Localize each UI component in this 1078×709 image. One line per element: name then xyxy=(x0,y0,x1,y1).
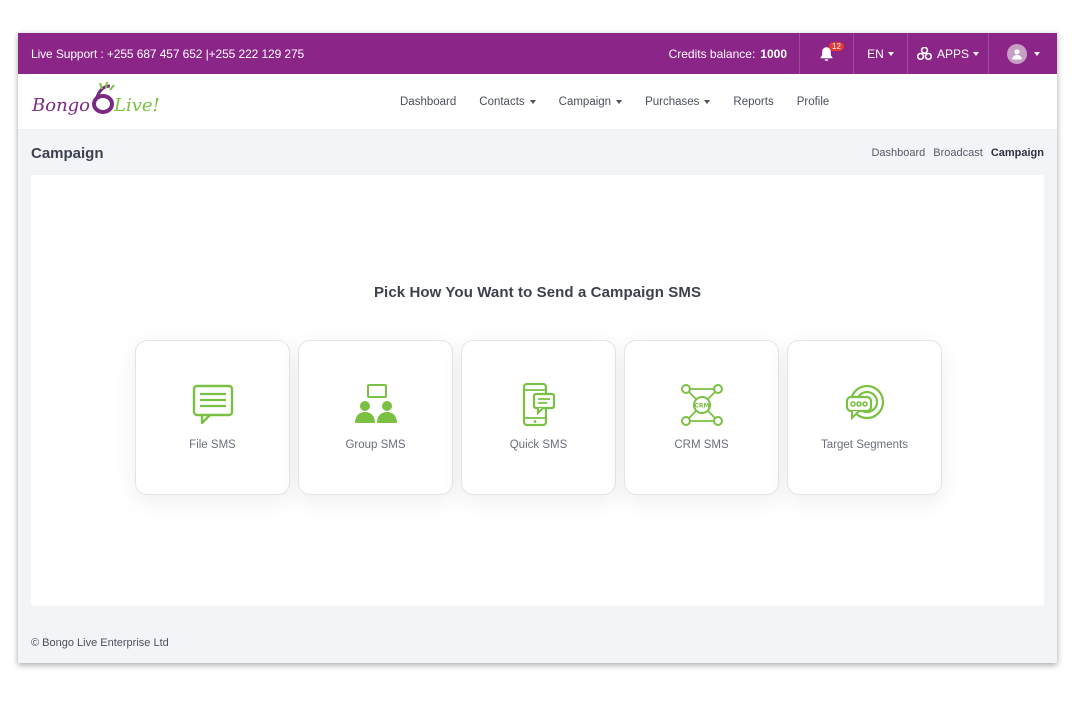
option-label: Quick SMS xyxy=(509,439,568,451)
credits-value: 1000 xyxy=(760,46,787,61)
nav-label: Purchases xyxy=(645,96,700,108)
apps-icon xyxy=(916,47,932,60)
option-group-sms[interactable]: Group SMS xyxy=(298,340,453,495)
language-dropdown[interactable]: EN xyxy=(854,33,908,74)
option-file-sms[interactable]: File SMS xyxy=(135,340,290,495)
option-label: CRM SMS xyxy=(674,439,729,451)
page-header: Campaign Dashboard Broadcast Campaign xyxy=(18,130,1057,176)
footer-copyright: © Bongo Live Enterprise Ltd xyxy=(31,637,169,649)
nav-profile[interactable]: Profile xyxy=(797,96,830,108)
chevron-down-icon xyxy=(973,51,979,56)
group-users-icon xyxy=(354,384,397,423)
nav-reports[interactable]: Reports xyxy=(733,96,773,108)
user-icon xyxy=(1011,48,1022,59)
chevron-down-icon xyxy=(616,100,623,104)
app-window: Live Support : +255 687 457 652 |+255 22… xyxy=(18,33,1057,663)
credits-label: Credits balance: xyxy=(668,46,756,61)
nav-label: Contacts xyxy=(479,96,525,108)
breadcrumb-broadcast[interactable]: Broadcast xyxy=(933,147,983,159)
nav-purchases[interactable]: Purchases xyxy=(645,96,711,108)
chat-lines-icon xyxy=(192,384,233,425)
avatar xyxy=(1006,43,1027,64)
chevron-down-icon xyxy=(1033,51,1040,56)
chevron-down-icon xyxy=(887,51,894,56)
user-menu[interactable] xyxy=(989,33,1057,74)
apps-label: APPS xyxy=(936,46,969,61)
bongo-live-logo[interactable]: Bongo Live! xyxy=(30,80,165,122)
crm-network-icon: CRM xyxy=(680,384,723,426)
option-label: Group SMS xyxy=(345,439,406,451)
credits-balance: Credits balance: 1000 xyxy=(669,33,800,74)
nav-contacts[interactable]: Contacts xyxy=(479,96,536,108)
live-support-text: Live Support : +255 687 457 652 |+255 22… xyxy=(31,46,305,61)
main-navbar: Bongo Live! Dashboard Contacts Campaign … xyxy=(18,74,1057,130)
language-label: EN xyxy=(867,46,884,61)
apps-dropdown[interactable]: APPS xyxy=(908,33,989,74)
nav-label: Reports xyxy=(733,96,774,108)
campaign-card: Pick How You Want to Send a Campaign SMS… xyxy=(31,175,1044,606)
option-quick-sms[interactable]: Quick SMS xyxy=(461,340,616,495)
option-label: File SMS xyxy=(189,439,236,451)
top-bar: Live Support : +255 687 457 652 |+255 22… xyxy=(18,33,1057,74)
page-title: Campaign xyxy=(31,144,104,162)
option-label: Target Segments xyxy=(821,439,908,451)
notification-count-badge: 12 xyxy=(829,42,844,51)
target-dots-icon xyxy=(845,384,884,421)
phone-message-icon xyxy=(522,383,555,427)
breadcrumb: Dashboard Broadcast Campaign xyxy=(871,147,1044,159)
chevron-down-icon xyxy=(529,100,536,104)
nav-label: Campaign xyxy=(558,96,612,108)
svg-text:CRM: CRM xyxy=(694,403,709,410)
nav-label: Dashboard xyxy=(400,96,457,108)
nav-campaign[interactable]: Campaign xyxy=(558,96,623,108)
breadcrumb-campaign: Campaign xyxy=(990,147,1044,159)
option-crm-sms[interactable]: CRM CRM SMS xyxy=(624,340,779,495)
nav-dashboard[interactable]: Dashboard xyxy=(400,96,456,108)
option-target-segments[interactable]: Target Segments xyxy=(787,340,942,495)
notifications-button[interactable]: 12 xyxy=(800,33,854,74)
nav-label: Profile xyxy=(796,96,830,108)
breadcrumb-dashboard[interactable]: Dashboard xyxy=(871,147,925,159)
campaign-heading: Pick How You Want to Send a Campaign SMS xyxy=(373,284,702,301)
svg-text:Bongo: Bongo xyxy=(31,95,90,116)
primary-navigation: Dashboard Contacts Campaign Purchases Re… xyxy=(400,74,852,130)
chevron-down-icon xyxy=(704,100,711,104)
svg-text:Live!: Live! xyxy=(113,95,160,116)
send-options: File SMS Group SMS Quick SMS CRM CRM SMS… xyxy=(135,340,942,495)
